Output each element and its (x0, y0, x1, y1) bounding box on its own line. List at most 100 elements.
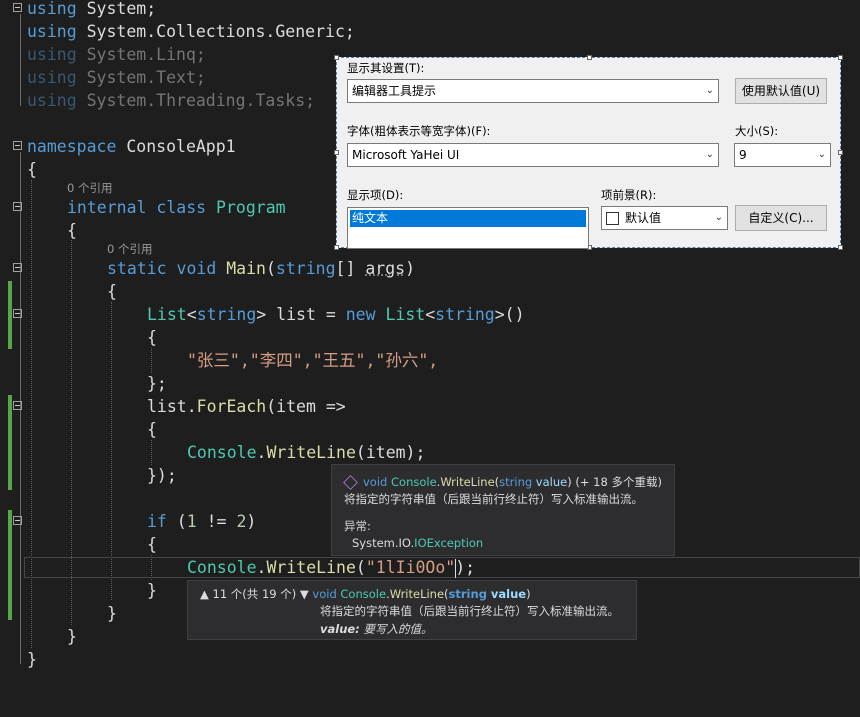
previous-overload-icon[interactable]: ▲ (200, 587, 209, 601)
number-literal: 1 (186, 512, 197, 531)
size-value: 9 (739, 148, 747, 162)
keyword: if (147, 512, 167, 531)
code-line: }; (0, 372, 860, 395)
code-text: ) (405, 259, 416, 278)
fold-toggle-icon[interactable] (13, 3, 22, 12)
reference-count-codelens[interactable]: 0 个引用 (107, 241, 152, 257)
fold-toggle-icon[interactable] (13, 263, 22, 272)
foreground-select[interactable]: 默认值 ⌄ (601, 206, 728, 230)
method-name: WriteLine (266, 443, 356, 462)
code-text: { (107, 282, 117, 301)
parameter-name: value (532, 475, 568, 489)
font-select[interactable]: Microsoft YaHei UI ⌄ (347, 143, 719, 167)
class-name: Program (216, 198, 286, 217)
code-text: ) (526, 587, 531, 601)
exception-link[interactable]: IOException (414, 536, 483, 550)
code-text: >() (494, 305, 525, 324)
keyword: using (27, 22, 77, 41)
fold-toggle-icon[interactable] (13, 309, 22, 318)
method-name: ForEach (196, 397, 267, 416)
keyword: using (27, 91, 77, 110)
method-cube-icon (343, 475, 358, 490)
code-text: { (67, 221, 77, 240)
code-text: [] (335, 259, 366, 278)
resize-handle[interactable] (334, 245, 339, 250)
next-overload-icon[interactable]: ▼ (300, 587, 309, 601)
type-name: Console (187, 558, 257, 577)
resize-handle[interactable] (334, 150, 339, 155)
color-swatch (606, 212, 619, 225)
display-settings-label: 显示其设置(T): (347, 61, 425, 75)
display-settings-value: 编辑器工具提示 (352, 84, 437, 98)
type-name: Console (340, 587, 387, 601)
code-text: System.Threading.Tasks; (76, 91, 316, 110)
code-text: } (67, 627, 77, 646)
fold-toggle-icon[interactable] (13, 516, 22, 525)
string-literal: "1lIi0Oo" (365, 558, 456, 577)
display-items-label: 显示项(D): (347, 188, 404, 202)
code-text: { (147, 535, 157, 554)
code-line: using System; (0, 0, 860, 20)
type-name: Console (187, 443, 257, 462)
keyword: internal (67, 198, 147, 217)
code-line: Console.WriteLine("1lIi0Oo"); (0, 556, 860, 579)
code-text: System.Collections.Generic; (76, 22, 355, 41)
code-text: System.Linq; (76, 45, 206, 64)
type-name: Console (391, 475, 437, 489)
code-text: ConsoleApp1 (116, 137, 236, 156)
keyword: namespace (27, 137, 117, 156)
quick-info-tooltip: void Console.WriteLine(string value) (+ … (331, 464, 675, 556)
code-text: } (27, 650, 37, 669)
fold-toggle-icon[interactable] (13, 141, 22, 150)
code-line: } (0, 648, 860, 671)
display-items-list[interactable]: 纯文本 (347, 207, 589, 249)
keyword: void (312, 587, 337, 601)
code-text: { (147, 328, 157, 347)
code-text: }; (147, 374, 167, 393)
size-label: 大小(S): (735, 124, 779, 138)
keyword: class (156, 198, 207, 217)
display-items-selected-item[interactable]: 纯文本 (350, 210, 586, 227)
custom-button[interactable]: 自定义(C)... (735, 205, 827, 231)
type-name: List (147, 305, 187, 324)
keyword: string (499, 475, 533, 489)
fold-toggle-icon[interactable] (13, 401, 22, 410)
code-text: } (147, 581, 157, 600)
resize-handle[interactable] (334, 55, 339, 60)
exception-namespace: System.IO. (352, 536, 415, 550)
code-text: ( (355, 558, 366, 577)
resize-handle[interactable] (838, 245, 843, 250)
code-text: ( (166, 512, 187, 531)
code-text: > list = (256, 305, 346, 324)
code-text: ); (455, 558, 476, 577)
font-value: Microsoft YaHei UI (352, 148, 460, 162)
chevron-down-icon: ⌄ (705, 149, 714, 160)
resize-handle[interactable] (838, 150, 843, 155)
code-text: (item); (355, 443, 426, 462)
code-text: ( (265, 259, 276, 278)
string-literal: "张三","李四","王五","孙六", (187, 351, 439, 370)
keyword: static (107, 259, 167, 278)
reference-count-codelens[interactable]: 0 个引用 (67, 180, 112, 196)
text-caret (455, 559, 456, 578)
resize-handle[interactable] (838, 55, 843, 60)
fold-toggle-icon[interactable] (13, 202, 22, 211)
code-line: { (0, 280, 860, 303)
code-text: < (425, 305, 436, 324)
keyword: using (27, 45, 77, 64)
type-name: List (385, 305, 426, 324)
foreground-value: 默认值 (625, 211, 662, 225)
font-label: 字体(粗体表示等宽字体)(F): (347, 124, 491, 138)
parameter-name: args (365, 259, 406, 278)
display-settings-select[interactable]: 编辑器工具提示 ⌄ (347, 79, 719, 103)
method-description: 将指定的字符串值（后跟当前行终止符）写入标准输出流。 (320, 604, 619, 618)
code-text: != (196, 512, 237, 531)
font-settings-panel: 显示其设置(T): 编辑器工具提示 ⌄ 使用默认值(U) 字体(粗体表示等宽字体… (334, 55, 843, 250)
code-text: < (186, 305, 197, 324)
resize-handle[interactable] (587, 55, 592, 60)
keyword: new (345, 305, 376, 324)
size-select[interactable]: 9 ⌄ (734, 143, 831, 167)
code-text: { (27, 160, 37, 179)
use-defaults-button[interactable]: 使用默认值(U) (735, 78, 827, 104)
